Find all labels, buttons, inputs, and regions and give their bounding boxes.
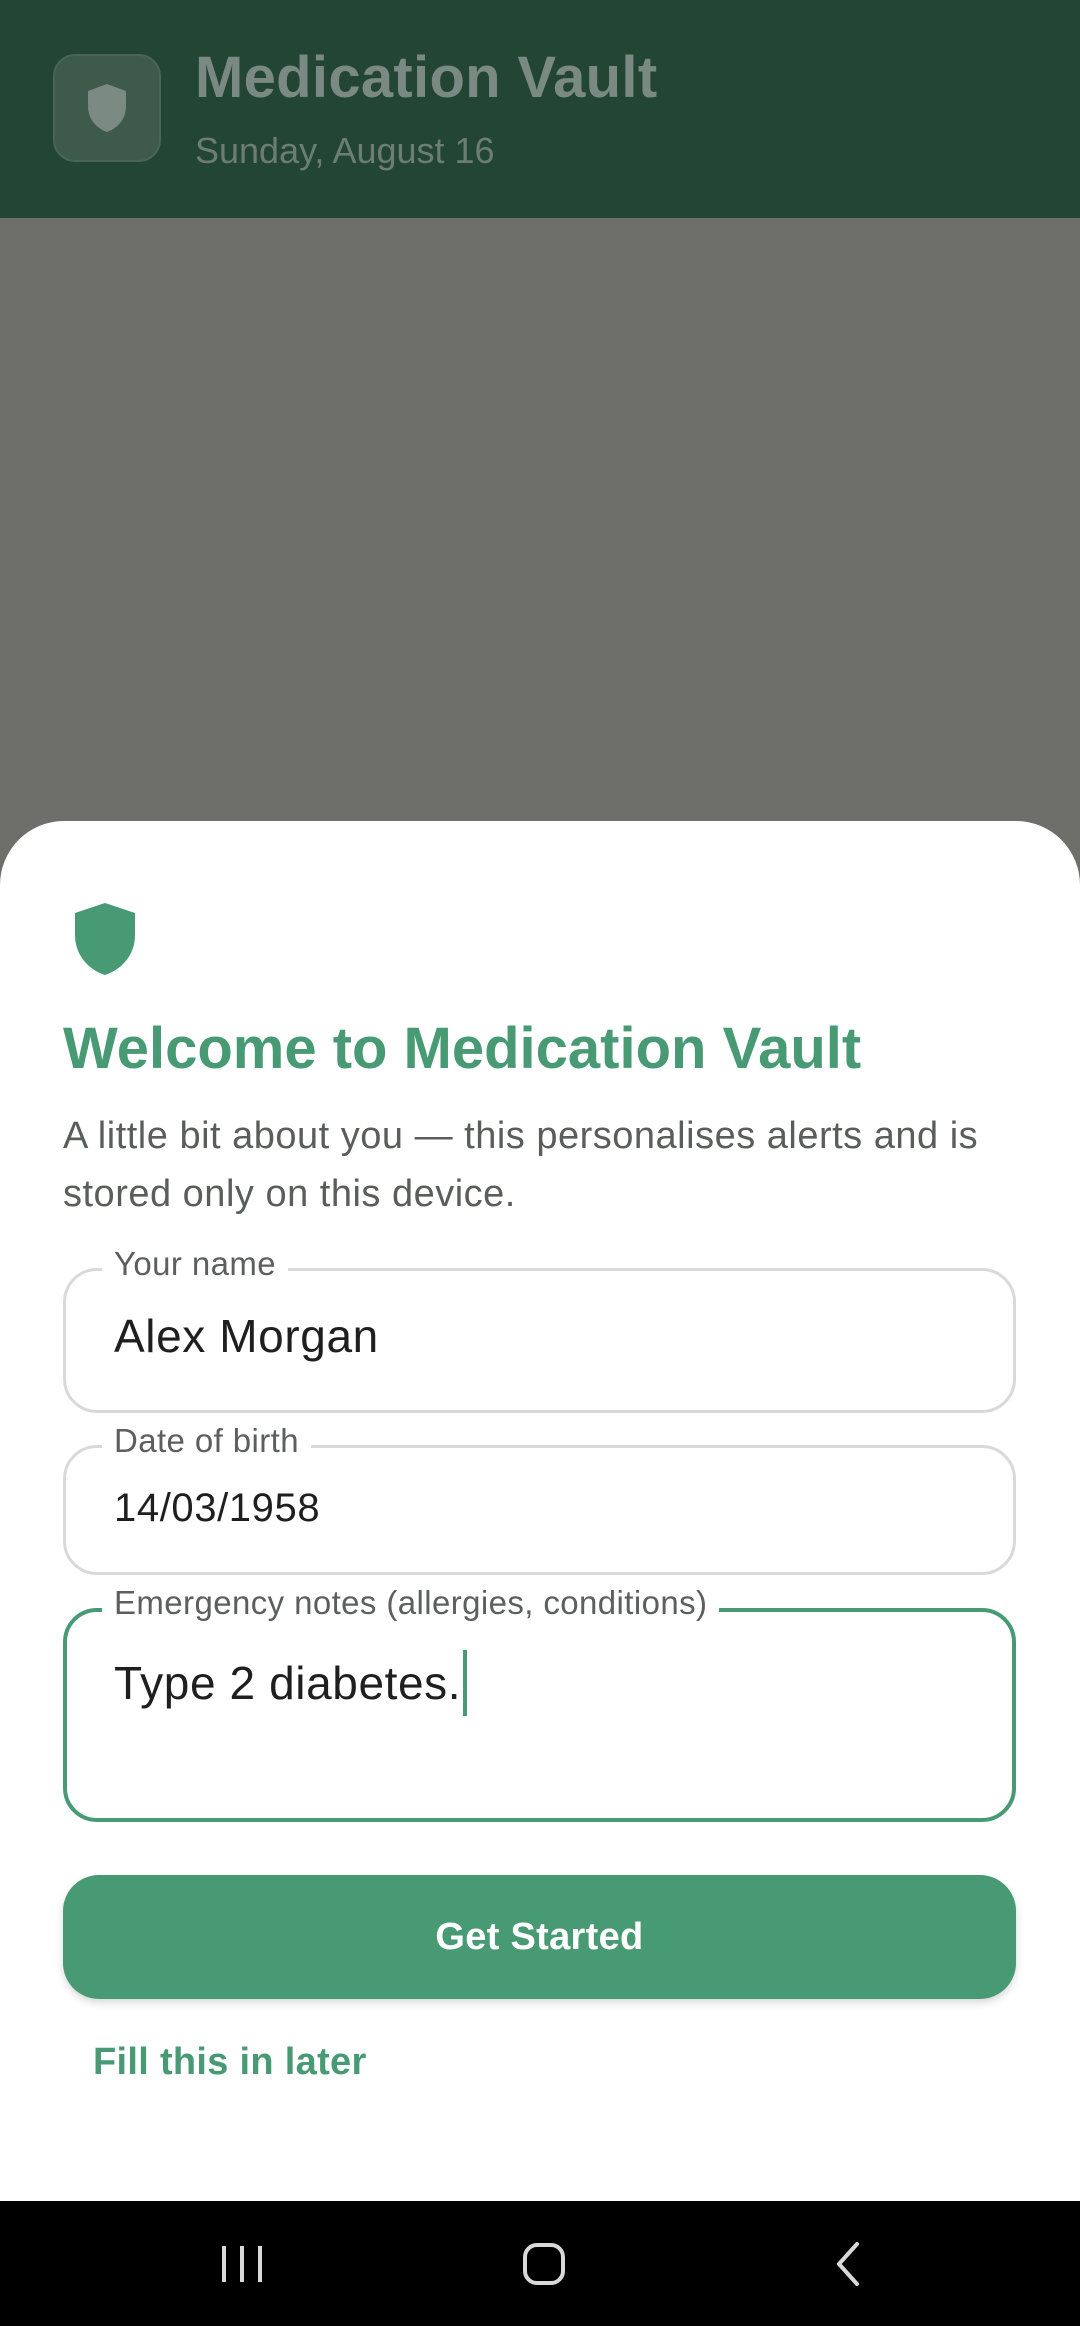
back-button[interactable] (768, 2201, 928, 2326)
app-header: Medication Vault Sunday, August 16 (0, 0, 1080, 218)
date-of-birth-field[interactable]: Date of birth 14/03/1958 (63, 1422, 1016, 1575)
system-nav-bar (0, 2201, 1080, 2326)
sheet-title: Welcome to Medication Vault (63, 1016, 862, 1081)
name-field-label: Your name (102, 1245, 288, 1283)
app-logo (53, 54, 161, 162)
app-title: Medication Vault (195, 45, 658, 110)
back-icon (837, 2241, 859, 2286)
emergency-notes-value-wrap[interactable]: Type 2 diabetes. (114, 1650, 468, 1720)
emergency-notes-value[interactable]: Type 2 diabetes. (114, 1657, 461, 1709)
date-of-birth-label: Date of birth (102, 1422, 311, 1460)
shield-icon (88, 84, 126, 132)
app-date: Sunday, August 16 (195, 130, 495, 171)
modal-scrim[interactable] (0, 218, 1080, 838)
shield-icon (75, 903, 135, 975)
text-caret (463, 1650, 468, 1716)
home-button[interactable] (464, 2201, 624, 2326)
get-started-button[interactable]: Get Started (63, 1875, 1016, 1999)
fill-later-button[interactable]: Fill this in later (93, 2041, 367, 2084)
date-of-birth-value[interactable]: 14/03/1958 (114, 1486, 320, 1531)
sheet-description: A little bit about you — this personalis… (63, 1115, 979, 1215)
name-field-value[interactable]: Alex Morgan (114, 1309, 379, 1363)
name-field[interactable]: Your name Alex Morgan (63, 1245, 1016, 1413)
welcome-bottom-sheet: Welcome to Medication Vault A little bit… (0, 821, 1080, 2201)
recents-icon (222, 2245, 262, 2282)
emergency-notes-field[interactable]: Emergency notes (allergies, conditions) … (63, 1584, 1016, 1822)
home-icon (523, 2242, 565, 2285)
recents-button[interactable] (162, 2201, 322, 2326)
emergency-notes-label: Emergency notes (allergies, conditions) (102, 1584, 720, 1622)
